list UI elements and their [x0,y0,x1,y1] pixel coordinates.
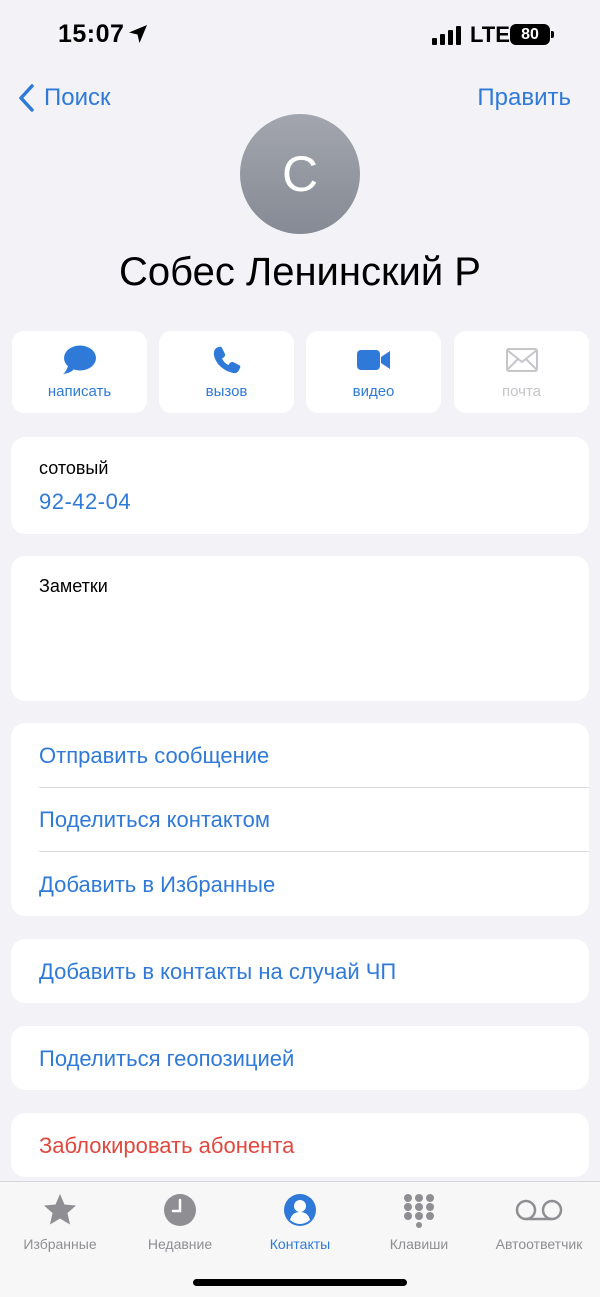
star-icon [0,1192,120,1228]
clock-icon [120,1192,240,1228]
notes-label: Заметки [39,576,108,596]
notes-card[interactable]: Заметки [11,556,589,701]
contact-name: Собес Ленинский Р [119,250,481,294]
voicemail-icon [479,1192,599,1228]
tab-contacts-label: Контакты [269,1236,331,1252]
location-card: Поделиться геопозицией [11,1026,589,1090]
tab-keypad[interactable]: Клавиши [359,1192,479,1252]
tab-contacts[interactable]: Контакты [240,1192,360,1252]
video-icon [306,345,441,375]
tab-voicemail-label: Автоответчик [495,1236,583,1252]
video-action-button[interactable]: видео [306,331,441,413]
add-favorites-link[interactable]: Добавить в Избранные [39,872,275,898]
phone-number[interactable]: 92-42-04 [39,489,131,515]
battery-icon: 80 [510,24,550,45]
status-bar: 15:07 LTE 80 [0,0,600,70]
divider [39,787,589,788]
network-type: LTE [470,22,510,47]
back-label: Поиск [44,84,111,111]
tab-favorites[interactable]: Избранные [0,1192,120,1252]
message-action-label: написать [47,383,112,400]
contact-icon [240,1192,360,1228]
chevron-left-icon [19,84,34,112]
message-icon [12,345,147,375]
tab-keypad-label: Клавиши [389,1236,449,1252]
video-action-label: видео [352,383,395,400]
mail-icon [454,345,589,375]
phone-icon [159,345,294,375]
contact-actions-list: Отправить сообщение Поделиться контактом… [11,723,589,916]
block-card: Заблокировать абонента [11,1113,589,1177]
block-caller-link[interactable]: Заблокировать абонента [39,1133,294,1159]
tab-favorites-label: Избранные [23,1236,97,1252]
mail-action-label: почта [502,383,541,400]
divider [39,851,589,852]
call-action-label: вызов [205,383,248,400]
status-time: 15:07 [58,20,125,48]
signal-icon [432,25,462,50]
tab-recents-label: Недавние [147,1236,213,1252]
message-action-button[interactable]: написать [12,331,147,413]
battery-tip [551,31,554,38]
home-indicator[interactable] [193,1279,407,1286]
share-contact-link[interactable]: Поделиться контактом [39,807,270,833]
emergency-card: Добавить в контакты на случай ЧП [11,939,589,1003]
mail-action-button[interactable]: почта [454,331,589,413]
avatar: С [240,114,360,234]
location-arrow-icon [128,24,148,49]
keypad-icon [359,1192,479,1228]
add-emergency-contact-link[interactable]: Добавить в контакты на случай ЧП [39,959,396,985]
phone-type-label: сотовый [39,458,109,478]
tab-recents[interactable]: Недавние [120,1192,240,1252]
call-action-button[interactable]: вызов [159,331,294,413]
send-message-link[interactable]: Отправить сообщение [39,743,269,769]
phone-card: сотовый 92-42-04 [11,437,589,534]
back-button[interactable]: Поиск [18,82,111,114]
share-location-link[interactable]: Поделиться геопозицией [39,1046,294,1072]
edit-button[interactable]: Править [477,84,571,112]
tab-voicemail[interactable]: Автоответчик [479,1192,599,1252]
